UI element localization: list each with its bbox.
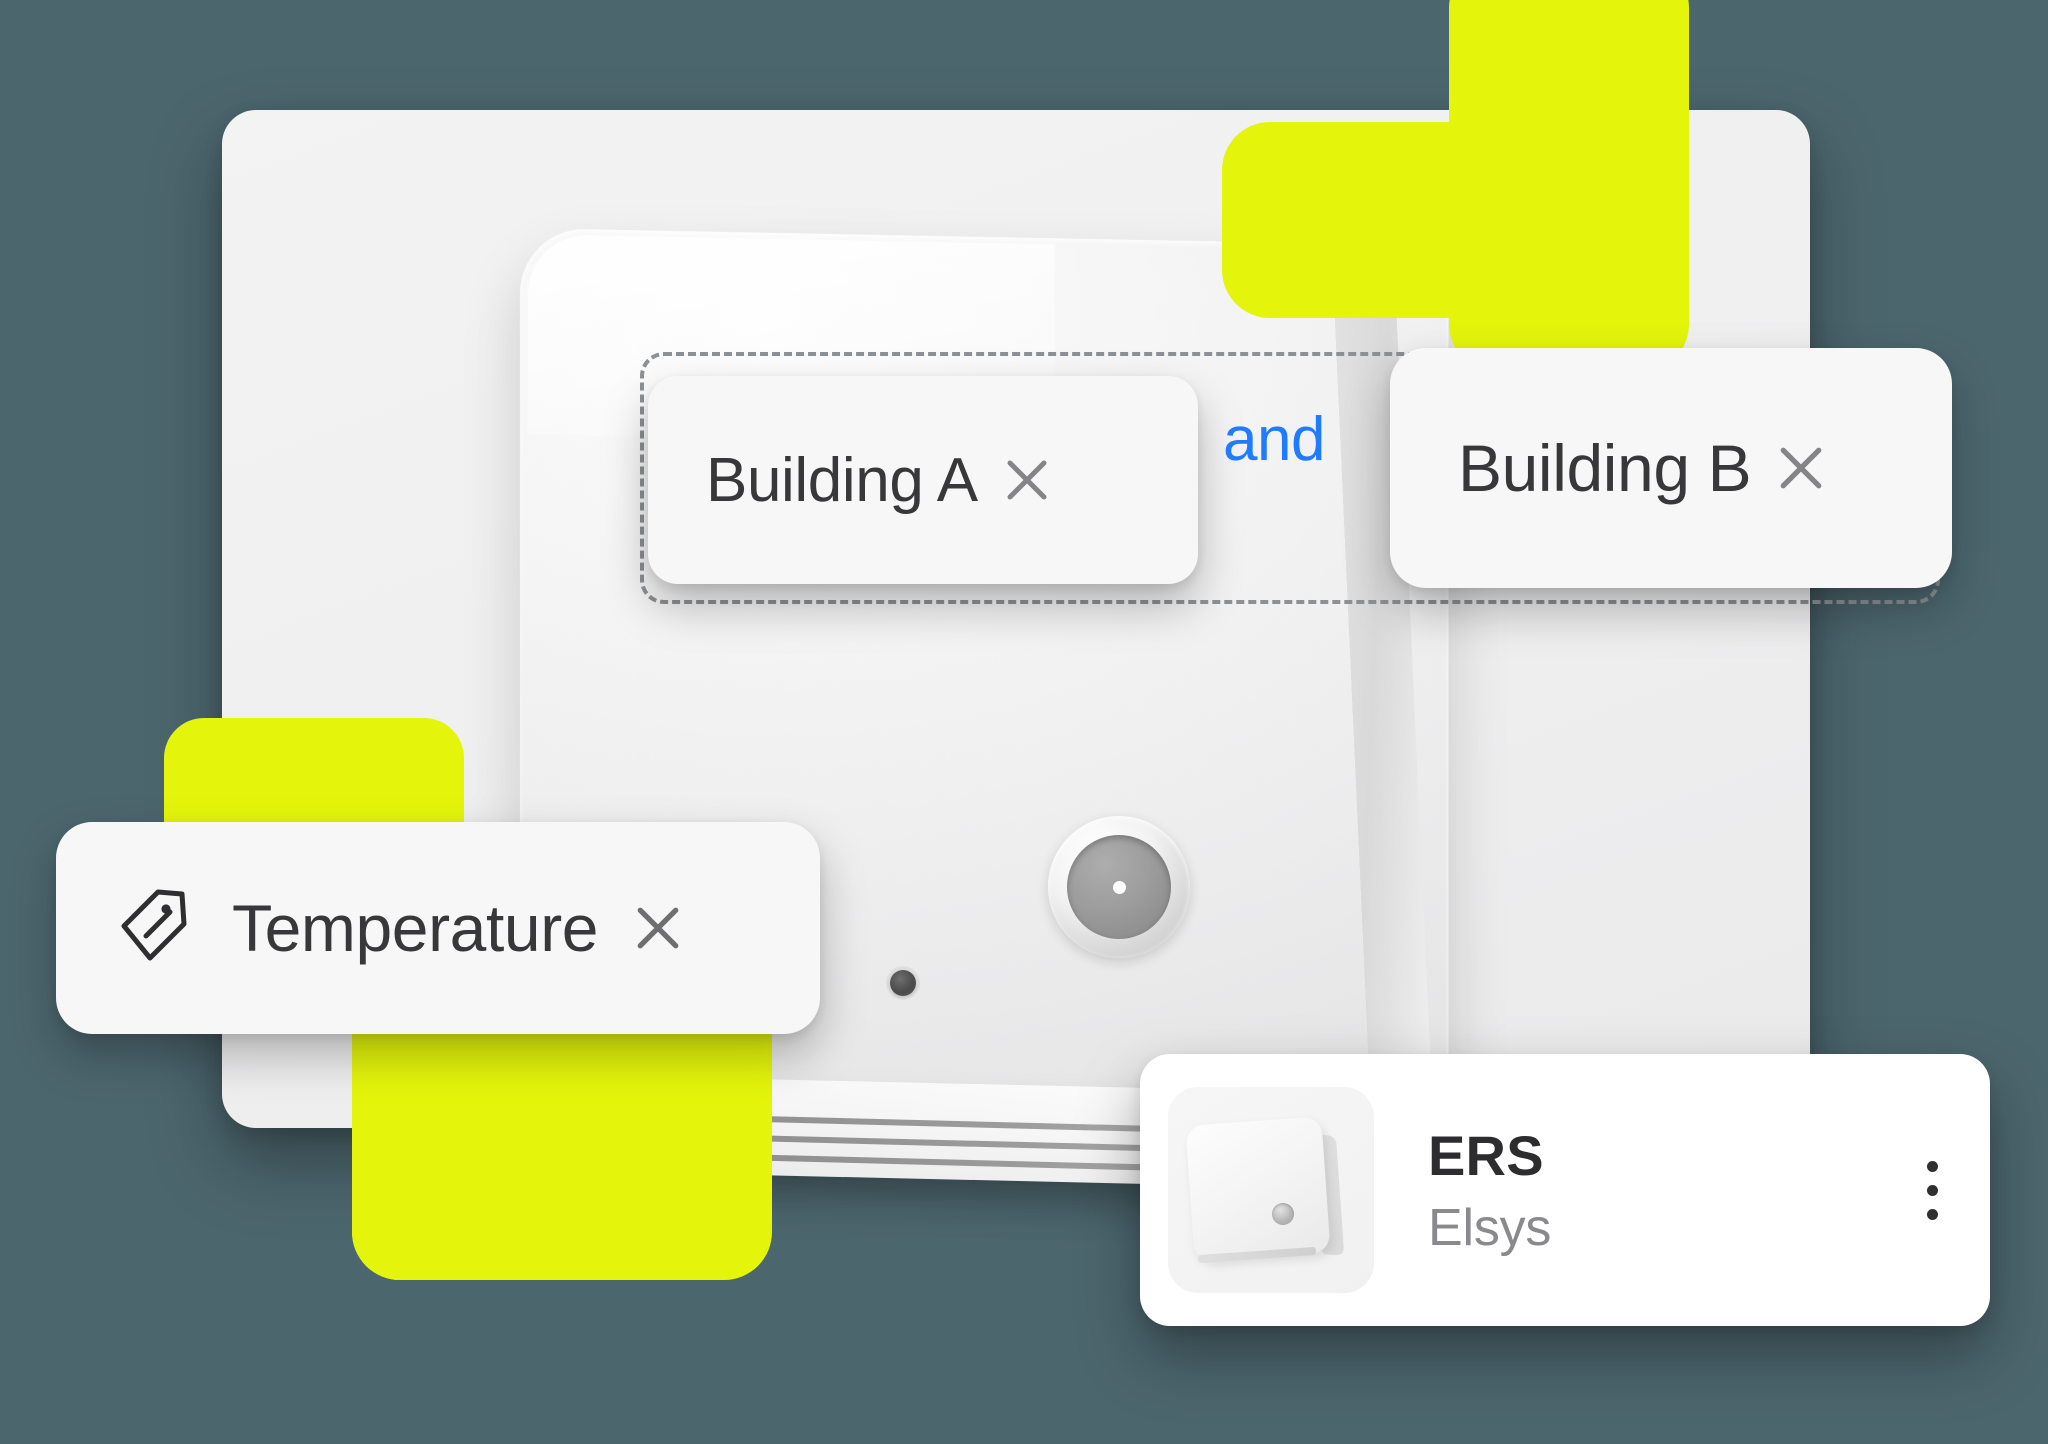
thumbnail-device-body bbox=[1185, 1116, 1331, 1262]
filter-chip-label: Building A bbox=[706, 445, 978, 515]
close-icon[interactable] bbox=[1004, 457, 1050, 503]
device-result-card[interactable]: ERS Elsys bbox=[1140, 1054, 1990, 1326]
device-card-text: ERS Elsys bbox=[1428, 1123, 1551, 1258]
filter-chip-label: Temperature bbox=[232, 891, 599, 965]
filter-chip-temperature[interactable]: Temperature bbox=[56, 822, 820, 1034]
filter-chip-label: Building B bbox=[1458, 431, 1752, 505]
thumbnail-device-button bbox=[1272, 1203, 1294, 1225]
filter-chip-building-a[interactable]: Building A bbox=[648, 376, 1198, 584]
accent-shape-top-right-c bbox=[1449, 122, 1689, 372]
menu-dot bbox=[1927, 1208, 1938, 1220]
device-card-subtitle: Elsys bbox=[1428, 1198, 1552, 1257]
illustration-stage: Building A and Building B Temperature ER… bbox=[0, 0, 2048, 1444]
filter-operator[interactable]: and bbox=[1223, 404, 1325, 475]
filter-chip-building-b[interactable]: Building B bbox=[1390, 348, 1952, 588]
close-icon[interactable] bbox=[1777, 444, 1825, 492]
sensor-device-thumbnail bbox=[1168, 1087, 1374, 1293]
tag-icon bbox=[112, 884, 196, 973]
device-led-pinhole bbox=[890, 970, 916, 996]
device-dial bbox=[1048, 816, 1190, 958]
device-dial-inner bbox=[1067, 835, 1171, 939]
more-vertical-icon[interactable] bbox=[1909, 1145, 1956, 1236]
menu-dot bbox=[1927, 1160, 1938, 1172]
device-card-title: ERS bbox=[1428, 1123, 1544, 1187]
device-dial-center-dot bbox=[1112, 880, 1126, 894]
close-icon[interactable] bbox=[634, 904, 682, 952]
menu-dot bbox=[1927, 1184, 1938, 1196]
